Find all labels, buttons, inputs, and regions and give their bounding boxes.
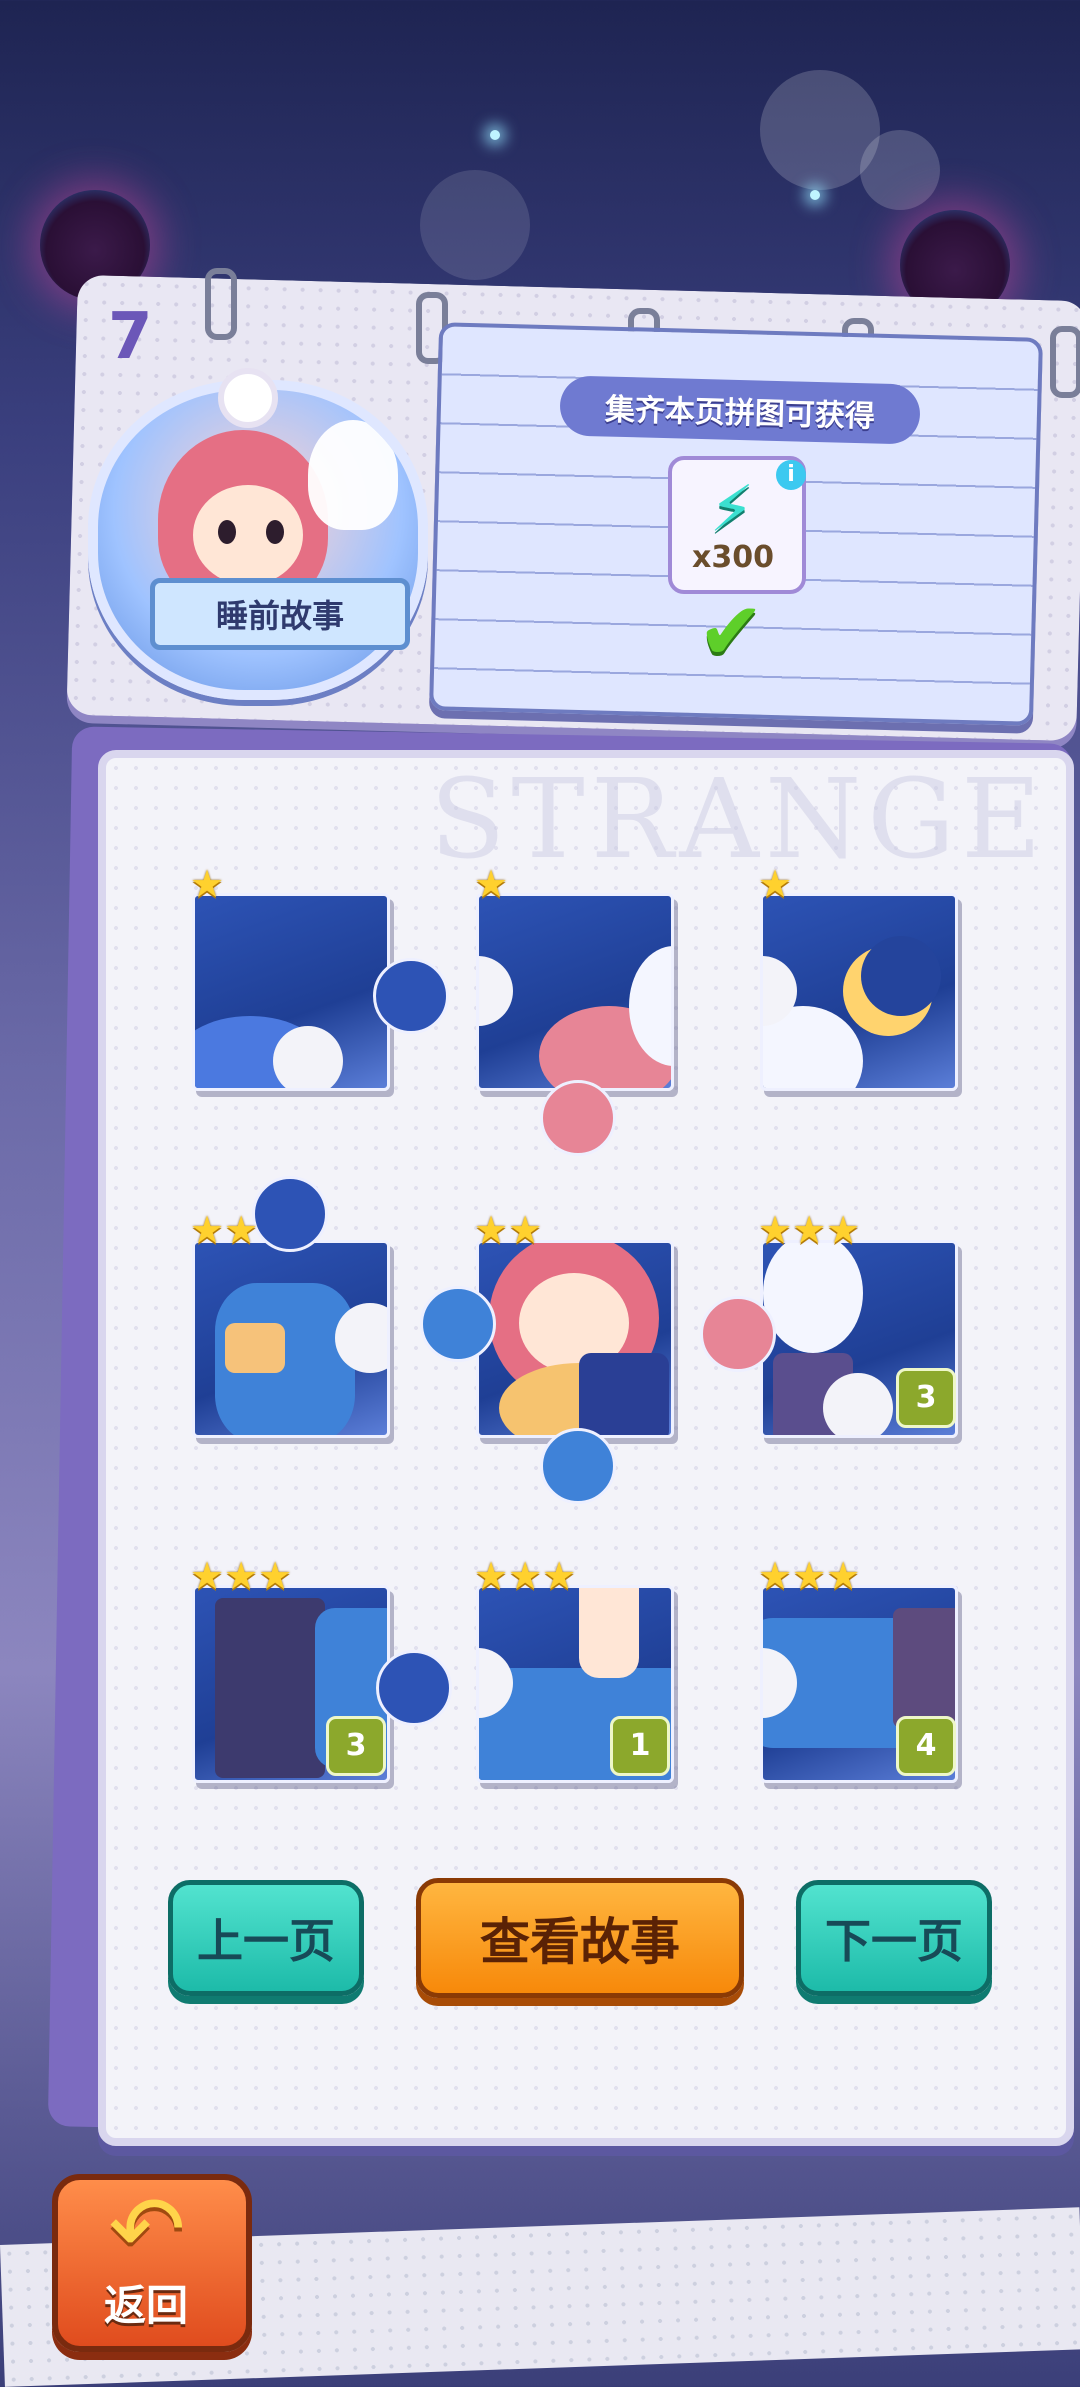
piece-count-badge: 4 [896, 1716, 956, 1776]
sparkle-icon [490, 130, 500, 140]
puzzle-piece[interactable] [192, 1240, 390, 1438]
reward-title: 集齐本页拼图可获得 [559, 375, 921, 445]
piece-stars: ★★ [474, 1208, 543, 1252]
bokeh-light [420, 170, 530, 280]
sparkle-icon [810, 190, 820, 200]
badge-tag-hole [218, 368, 278, 428]
puzzle-piece[interactable] [192, 893, 390, 1091]
girl-eye [266, 520, 284, 544]
back-arrow-icon: ↶ [108, 2176, 186, 2283]
piece-count-badge: 3 [326, 1716, 386, 1776]
piece-stars: ★★ [190, 1208, 259, 1252]
lightning-bolt-icon: ⚡ [709, 473, 755, 547]
binder-ring [1050, 326, 1080, 398]
puzzle-piece[interactable] [760, 893, 958, 1091]
info-icon[interactable]: i [776, 460, 806, 490]
next-page-button[interactable]: 下一页 [796, 1880, 992, 1996]
piece-count-badge: 3 [896, 1368, 956, 1428]
puzzle-piece-tab [540, 1080, 616, 1156]
girl-face [193, 485, 303, 585]
view-story-button[interactable]: 查看故事 [416, 1878, 744, 1998]
check-icon: ✔ [697, 585, 765, 678]
puzzle-piece-tab [376, 1650, 452, 1726]
reward-item-count: x300 [692, 540, 774, 575]
binder-ring [205, 268, 237, 340]
puzzle-piece-tab [540, 1428, 616, 1504]
chapter-title-ribbon: 睡前故事 [150, 578, 410, 650]
chapter-number: 7 [108, 300, 153, 374]
piece-stars: ★★★ [190, 1554, 293, 1598]
piece-stars: ★★★ [758, 1554, 861, 1598]
puzzle-piece-tab [373, 958, 449, 1034]
puzzle-piece-tab [252, 1176, 328, 1252]
chapter-illustration [88, 380, 428, 700]
piece-stars: ★★★ [758, 1208, 861, 1252]
puzzle-piece-tab [420, 1286, 496, 1362]
piece-stars: ★ [190, 862, 225, 906]
puzzle-piece-tab [700, 1296, 776, 1372]
girl-eye [218, 520, 236, 544]
bokeh-light [860, 130, 940, 210]
piece-stars: ★★★ [474, 1554, 577, 1598]
back-button-label: 返回 [103, 2281, 188, 2330]
ghost-companion [308, 420, 398, 530]
piece-stars: ★ [758, 862, 793, 906]
page-watermark: STRANGE [430, 755, 1048, 883]
puzzle-piece[interactable] [476, 1240, 674, 1438]
puzzle-piece[interactable] [476, 893, 674, 1091]
piece-stars: ★ [474, 862, 509, 906]
prev-page-button[interactable]: 上一页 [168, 1880, 364, 1996]
piece-count-badge: 1 [610, 1716, 670, 1776]
